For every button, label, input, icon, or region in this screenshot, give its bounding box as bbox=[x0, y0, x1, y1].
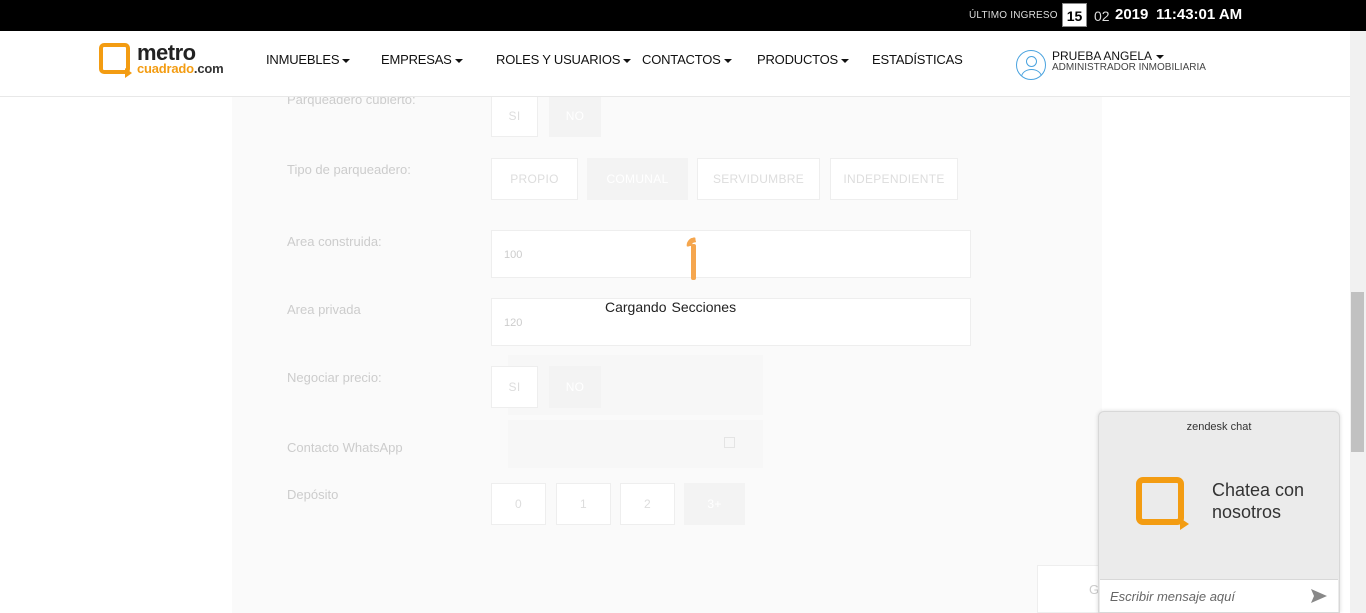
whatsapp-toggle[interactable] bbox=[508, 420, 763, 468]
parking-type-independiente[interactable]: INDEPENDIENTE bbox=[830, 158, 958, 200]
checkbox-icon bbox=[724, 437, 735, 448]
send-icon[interactable] bbox=[1310, 588, 1328, 604]
deposit-1[interactable]: 1 bbox=[556, 483, 611, 525]
last-login-label: ÚLTIMO INGRESO bbox=[969, 10, 1058, 21]
user-avatar-icon[interactable] bbox=[1016, 50, 1046, 80]
caret-down-icon bbox=[1156, 54, 1165, 59]
deposit-3plus[interactable]: 3+ bbox=[684, 483, 745, 525]
logo-square-icon bbox=[99, 43, 132, 78]
user-menu[interactable]: PRUEBA ANGELA bbox=[1052, 49, 1165, 63]
chat-cta: Chatea con nosotros bbox=[1212, 480, 1305, 522]
deposit-2[interactable]: 2 bbox=[620, 483, 675, 525]
nav-inmuebles[interactable]: INMUEBLES bbox=[266, 52, 351, 67]
main-header: metro cuadrado.com INMUEBLES EMPRESAS RO… bbox=[0, 31, 1350, 97]
caret-down-icon bbox=[454, 58, 463, 63]
label-parking-type: Tipo de parqueadero: bbox=[287, 162, 411, 177]
caret-down-icon bbox=[342, 58, 351, 63]
overlay-panel bbox=[508, 355, 763, 415]
nav-empresas[interactable]: EMPRESAS bbox=[381, 52, 463, 67]
loading-spinner-icon bbox=[685, 236, 700, 280]
metrocuadrado-logo[interactable]: metro cuadrado.com bbox=[99, 40, 239, 79]
zendesk-chat-widget[interactable]: zendesk chat Chatea con nosotros bbox=[1098, 411, 1340, 613]
nav-contactos[interactable]: CONTACTOS bbox=[642, 52, 732, 67]
parking-type-propio[interactable]: PROPIO bbox=[491, 158, 578, 200]
negotiate-price-si[interactable]: SI bbox=[491, 366, 538, 408]
page-scrollbar-thumb[interactable] bbox=[1351, 292, 1364, 452]
caret-down-icon bbox=[623, 58, 632, 63]
caret-down-icon bbox=[841, 58, 850, 63]
label-deposit: Depósito bbox=[287, 487, 339, 502]
parking-type-comunal[interactable]: COMUNAL bbox=[587, 158, 688, 200]
logo-text-bottom: cuadrado.com bbox=[137, 61, 224, 76]
last-login-month: 02 bbox=[1094, 8, 1110, 24]
chat-input-bar bbox=[1100, 579, 1338, 612]
label-whatsapp: Contacto WhatsApp bbox=[287, 440, 403, 455]
nav-estadisticas[interactable]: ESTADÍSTICAS bbox=[872, 52, 963, 67]
caret-down-icon bbox=[723, 58, 732, 63]
label-private-area: Area privada bbox=[287, 302, 361, 317]
built-area-input[interactable]: 100 bbox=[491, 230, 971, 278]
label-negotiate-price: Negociar precio: bbox=[287, 370, 382, 385]
parking-covered-no[interactable]: NO bbox=[549, 95, 601, 137]
top-bar: ÚLTIMO INGRESO 15 02 2019 11:43:01 AM bbox=[0, 0, 1366, 31]
user-role: ADMINISTRADOR INMOBILIARIA bbox=[1052, 62, 1206, 73]
parking-type-servidumbre[interactable]: SERVIDUMBRE bbox=[697, 158, 820, 200]
negotiate-price-no[interactable]: NO bbox=[549, 366, 601, 408]
chat-message-input[interactable] bbox=[1100, 580, 1300, 612]
chat-logo-icon bbox=[1136, 477, 1189, 530]
loading-message: Cargando Secciones bbox=[605, 299, 737, 315]
chat-brand: zendesk chat bbox=[1186, 421, 1252, 433]
label-built-area: Area construida: bbox=[287, 234, 382, 249]
deposit-0[interactable]: 0 bbox=[491, 483, 546, 525]
last-login-time: 11:43:01 AM bbox=[1156, 6, 1243, 23]
parking-covered-si[interactable]: SI bbox=[491, 95, 538, 137]
last-login-year: 2019 bbox=[1115, 6, 1149, 23]
last-login-day: 15 bbox=[1062, 3, 1087, 27]
nav-roles-usuarios[interactable]: ROLES Y USUARIOS bbox=[496, 52, 632, 67]
nav-productos[interactable]: PRODUCTOS bbox=[757, 52, 850, 67]
